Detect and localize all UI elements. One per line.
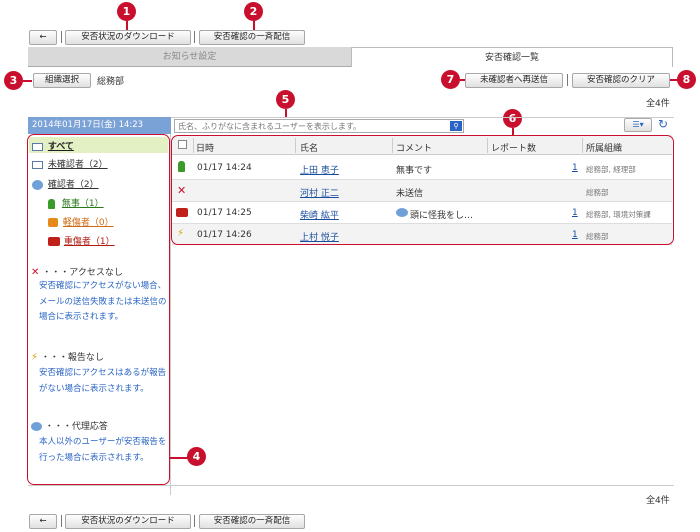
callout-6-box xyxy=(171,135,674,245)
toolbar-separator xyxy=(61,515,62,527)
tab-safety-list[interactable]: 安否確認一覧 xyxy=(351,47,673,67)
sidebar-date: 2014年01月17日(金) 14:23 xyxy=(28,117,171,134)
callout-3-line xyxy=(23,80,32,82)
clear-button[interactable]: 安否確認のクリア xyxy=(572,73,670,88)
toolbar-separator xyxy=(61,31,62,43)
total-count-bottom: 全4件 xyxy=(646,496,670,506)
view-menu-button[interactable]: ☰▾ xyxy=(624,118,652,132)
download-button[interactable]: 安否状況のダウンロード xyxy=(65,30,191,45)
callout-1-line xyxy=(126,21,128,30)
current-org: 総務部 xyxy=(97,77,125,87)
callout-4-box xyxy=(27,134,170,485)
broadcast-button[interactable]: 安否確認の一斉配信 xyxy=(199,514,305,529)
callout-2-line xyxy=(253,21,255,30)
search-icon[interactable]: ⚲ xyxy=(450,121,462,131)
callout-5: 5 xyxy=(276,90,295,109)
search-input[interactable] xyxy=(175,120,445,132)
callout-8: 8 xyxy=(677,70,696,89)
back-button[interactable]: ← xyxy=(29,30,57,45)
callout-1: 1 xyxy=(117,2,136,21)
toolbar-separator xyxy=(194,31,195,43)
search-box[interactable]: ⚲ xyxy=(174,119,464,133)
callout-2: 2 xyxy=(244,2,263,21)
action-separator xyxy=(567,74,568,86)
toolbar-separator xyxy=(194,515,195,527)
resend-button[interactable]: 未確認者へ再送信 xyxy=(465,73,563,88)
total-count-top: 全4件 xyxy=(646,99,670,109)
download-button[interactable]: 安否状況のダウンロード xyxy=(65,514,191,529)
callout-7: 7 xyxy=(441,70,460,89)
org-select-button[interactable]: 組織選択 xyxy=(33,73,91,88)
back-button[interactable]: ← xyxy=(29,514,57,529)
bottom-divider xyxy=(28,485,674,486)
callout-3: 3 xyxy=(4,71,23,90)
broadcast-button[interactable]: 安否確認の一斉配信 xyxy=(199,30,305,45)
tab-notification-settings[interactable]: お知らせ設定 xyxy=(28,47,351,67)
refresh-icon[interactable]: ↻ xyxy=(658,117,668,131)
